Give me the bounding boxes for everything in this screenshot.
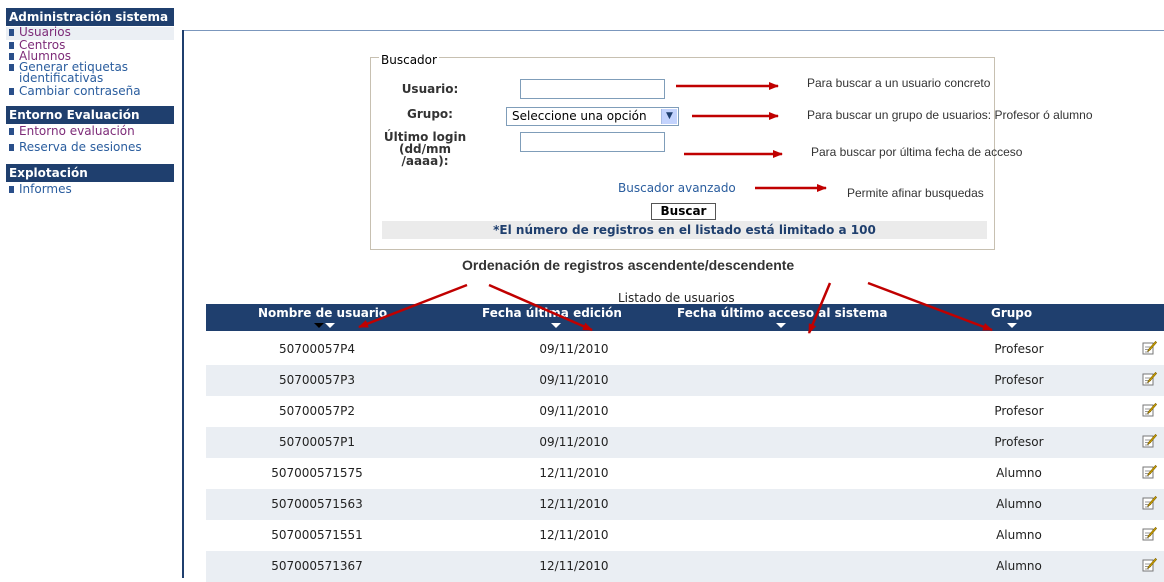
sidebar-item-label: Usuarios	[19, 25, 71, 39]
sidebar-item-informes[interactable]: Informes	[6, 182, 174, 198]
cell-group: Alumno	[996, 559, 1042, 573]
cell-user: 507000571563	[271, 497, 363, 511]
cell-group: Alumno	[996, 528, 1042, 542]
sidebar-item-reserva-sesiones[interactable]: Reserva de sesiones	[6, 140, 174, 164]
table-header: Nombre de usuario Fecha última edición F…	[206, 304, 1164, 331]
buscador-avanzado-link[interactable]: Buscador avanzado	[618, 181, 736, 195]
sort-toggle-icon[interactable]	[1007, 323, 1017, 328]
edit-pencil-icon[interactable]	[1141, 495, 1157, 511]
column-header-fecha-edicion[interactable]: Fecha última edición	[482, 306, 622, 320]
usuario-input[interactable]	[520, 79, 665, 99]
sidebar-section-entorno: Entorno Evaluación	[6, 106, 174, 124]
cell-user: 507000571575	[271, 466, 363, 480]
sidebar-item-label: Cambiar contraseña	[19, 84, 141, 98]
edit-pencil-icon[interactable]	[1141, 557, 1157, 573]
cell-user: 50700057P3	[279, 373, 355, 387]
edit-pencil-icon[interactable]	[1141, 464, 1157, 480]
annotation-ordenacion: Ordenación de registros ascendente/desce…	[462, 257, 795, 273]
bullet-icon	[9, 53, 14, 60]
cell-group: Alumno	[996, 497, 1042, 511]
cell-date: 09/11/2010	[539, 373, 609, 387]
sidebar-item-label: identificativas	[19, 71, 104, 85]
table-row[interactable]: 507000571367 12/11/2010 Alumno	[206, 551, 1164, 582]
edit-pencil-icon[interactable]	[1141, 433, 1157, 449]
edit-pencil-icon[interactable]	[1141, 402, 1157, 418]
edit-pencil-icon[interactable]	[1141, 371, 1157, 387]
cell-date: 12/11/2010	[539, 528, 609, 542]
cell-date: 09/11/2010	[539, 404, 609, 418]
edit-pencil-icon[interactable]	[1141, 526, 1157, 542]
chevron-down-icon[interactable]: ▼	[661, 109, 677, 124]
cell-user: 507000571551	[271, 528, 363, 542]
annotation-grupo: Para buscar un grupo de usuarios: Profes…	[807, 108, 1093, 122]
cell-group: Profesor	[994, 373, 1044, 387]
cell-group: Profesor	[994, 342, 1044, 356]
cell-date: 09/11/2010	[539, 342, 609, 356]
table-row[interactable]: 50700057P2 09/11/2010 Profesor	[206, 396, 1164, 427]
annotation-usuario: Para buscar a un usuario concreto	[807, 76, 991, 90]
sidebar-section-explotacion: Explotación	[6, 164, 174, 182]
grupo-select[interactable]: Seleccione una opción ▼	[506, 107, 679, 126]
table-row[interactable]: 507000571551 12/11/2010 Alumno	[206, 520, 1164, 551]
bullet-icon	[9, 88, 14, 95]
buscar-button[interactable]: Buscar	[651, 203, 716, 220]
sort-desc-icon[interactable]	[314, 323, 324, 328]
usuario-label: Usuario:	[401, 82, 459, 96]
sidebar-item-label: Entorno evaluación	[19, 124, 135, 138]
search-legend: Buscador	[379, 53, 439, 67]
sort-asc-icon[interactable]	[325, 323, 335, 328]
column-header-fecha-acceso[interactable]: Fecha último acceso al sistema	[677, 306, 888, 320]
sidebar-section-admin: Administración sistema	[6, 8, 174, 26]
edit-pencil-icon[interactable]	[1141, 340, 1157, 356]
annotation-login: Para buscar por última fecha de acceso	[811, 145, 1023, 159]
cell-user: 50700057P1	[279, 435, 355, 449]
bullet-icon	[9, 64, 14, 71]
limit-note: *El número de registros en el listado es…	[382, 221, 987, 239]
bullet-icon	[9, 186, 14, 193]
sidebar-item-label: Informes	[19, 182, 72, 196]
table-row[interactable]: 507000571563 12/11/2010 Alumno	[206, 489, 1164, 520]
sort-toggle-icon[interactable]	[551, 323, 561, 328]
bullet-icon	[9, 144, 14, 151]
ultimo-login-label-line3: /aaaa):	[401, 154, 449, 168]
cell-date: 12/11/2010	[539, 559, 609, 573]
column-header-nombre[interactable]: Nombre de usuario	[258, 306, 387, 320]
cell-group: Profesor	[994, 404, 1044, 418]
cell-user: 50700057P2	[279, 404, 355, 418]
bullet-icon	[9, 29, 14, 36]
cell-user: 507000571367	[271, 559, 363, 573]
bullet-icon	[9, 42, 14, 49]
cell-group: Alumno	[996, 466, 1042, 480]
table-caption: Listado de usuarios	[618, 291, 735, 305]
column-header-grupo[interactable]: Grupo	[991, 306, 1032, 320]
cell-date: 12/11/2010	[539, 497, 609, 511]
table-row[interactable]: 50700057P3 09/11/2010 Profesor	[206, 365, 1164, 396]
grupo-label: Grupo:	[407, 107, 453, 121]
ultimo-login-label: Último login (dd/mm /aaaa):	[379, 131, 471, 167]
cell-group: Profesor	[994, 435, 1044, 449]
cell-date: 09/11/2010	[539, 435, 609, 449]
sidebar-item-label: Reserva de sesiones	[19, 140, 142, 154]
cell-date: 12/11/2010	[539, 466, 609, 480]
bullet-icon	[9, 128, 14, 135]
content-frame-left	[182, 30, 184, 578]
annotation-avanzado: Permite afinar busquedas	[847, 186, 984, 200]
sidebar-item-cambiar-contrasena[interactable]: Cambiar contraseña	[6, 84, 174, 106]
table-row[interactable]: 50700057P4 09/11/2010 Profesor	[206, 334, 1164, 365]
content-frame-top	[182, 30, 1164, 31]
sidebar: Administración sistema Usuarios Centros …	[6, 8, 174, 198]
ultimo-login-input[interactable]	[520, 132, 665, 152]
grupo-selected-value: Seleccione una opción	[512, 109, 647, 123]
table-row[interactable]: 507000571575 12/11/2010 Alumno	[206, 458, 1164, 489]
table-row[interactable]: 50700057P1 09/11/2010 Profesor	[206, 427, 1164, 458]
cell-user: 50700057P4	[279, 342, 355, 356]
sort-toggle-icon[interactable]	[776, 323, 786, 328]
